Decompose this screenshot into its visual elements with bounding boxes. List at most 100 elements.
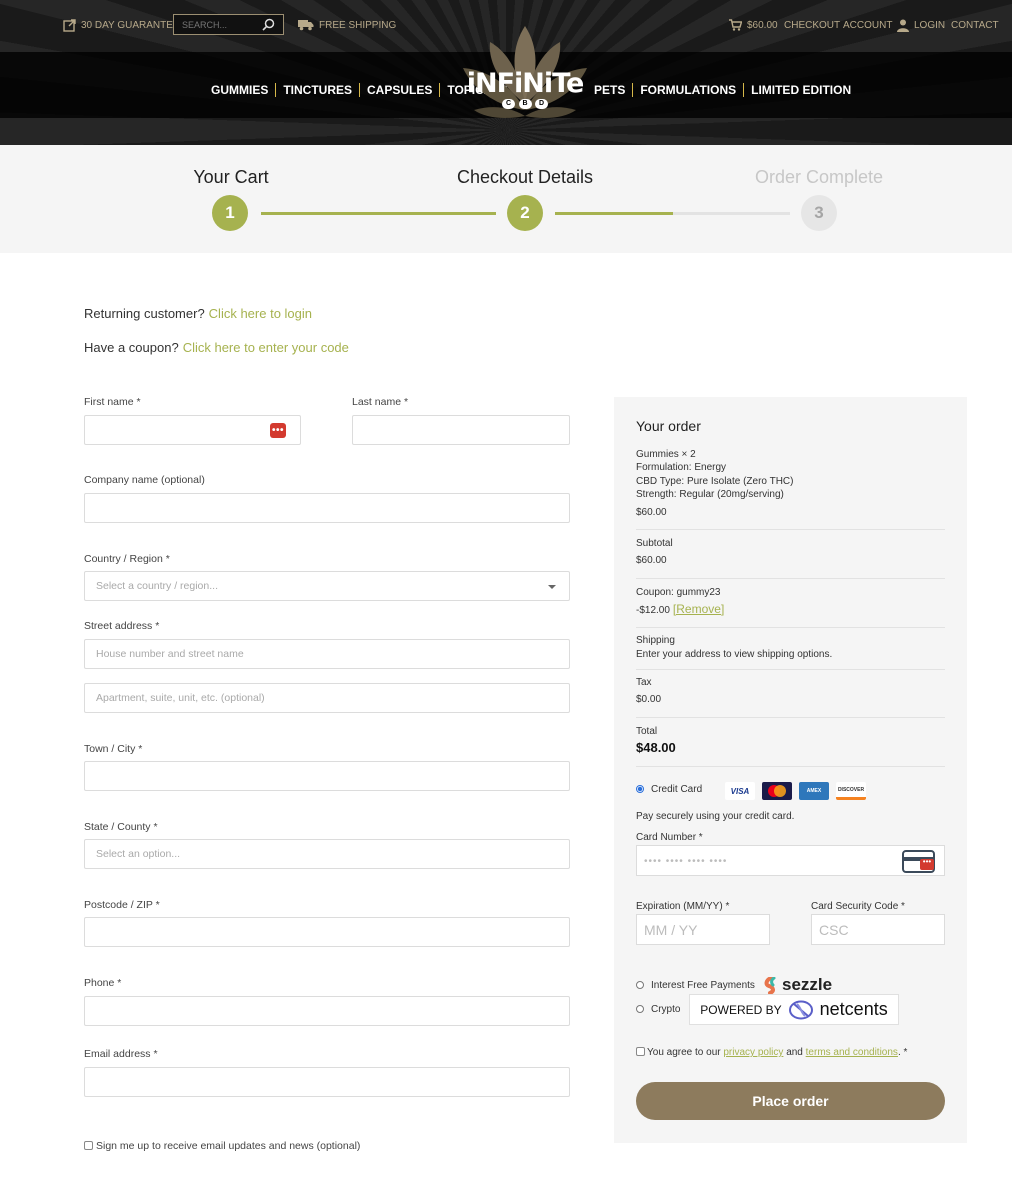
street2-field[interactable]: Apartment, suite, unit, etc. (optional) xyxy=(84,683,570,713)
step-circle-1[interactable]: 1 xyxy=(212,195,248,231)
card-number-field[interactable]: •••• •••• •••• •••• ••• xyxy=(636,845,945,876)
csc-field[interactable]: CSC xyxy=(811,914,945,945)
site-logo[interactable]: iNFiNiTe C B D xyxy=(460,24,590,126)
state-select[interactable]: Select an option... xyxy=(84,839,570,869)
nav-tinctures[interactable]: TINCTURES xyxy=(283,83,352,97)
shipping-label: Shipping xyxy=(636,635,675,646)
cart-link[interactable]: $60.00 xyxy=(729,18,778,32)
contact-link[interactable]: CONTACT xyxy=(951,18,999,32)
login-label: LOGIN xyxy=(914,19,946,31)
truck-icon xyxy=(298,20,314,31)
terms-suffix: . * xyxy=(897,1047,908,1058)
csc-label: Card Security Code * xyxy=(811,901,905,912)
guarantee-link[interactable]: 30 DAY GUARANTEE xyxy=(63,18,180,32)
netcents-wordmark: netcents xyxy=(819,999,888,1019)
zip-label: Postcode / ZIP * xyxy=(84,899,160,911)
chevron-down-icon xyxy=(548,585,556,589)
nav-formulations[interactable]: FORMULATIONS xyxy=(640,83,736,97)
logo-letter: C xyxy=(502,99,515,109)
phone-field[interactable] xyxy=(84,996,570,1026)
newsletter-checkbox[interactable] xyxy=(84,1141,93,1150)
terms-and: and xyxy=(786,1047,803,1058)
email-label: Email address * xyxy=(84,1048,158,1060)
nav-separator xyxy=(743,83,745,97)
expiry-field[interactable]: MM / YY xyxy=(636,914,770,945)
logo-letter: B xyxy=(518,99,532,109)
terms-prefix: You agree to our xyxy=(647,1047,721,1058)
first-name-label: First name * xyxy=(84,396,141,408)
expiry-placeholder: MM / YY xyxy=(644,922,698,938)
state-label: State / County * xyxy=(84,821,158,833)
payment-crypto-label[interactable]: Crypto xyxy=(651,1004,680,1015)
terms-label: You agree to our privacy policy and term… xyxy=(647,1047,907,1058)
visa-icon: VISA xyxy=(725,782,755,800)
total-value: $48.00 xyxy=(636,740,676,755)
coupon-label: Coupon: gummy23 xyxy=(636,587,721,598)
divider xyxy=(636,578,945,579)
nav-pets[interactable]: PETS xyxy=(594,83,625,97)
city-label: Town / City * xyxy=(84,743,143,755)
tax-label: Tax xyxy=(636,677,652,688)
zip-field[interactable] xyxy=(84,917,570,947)
payment-sezzle-label[interactable]: Interest Free Payments xyxy=(651,980,755,991)
remove-coupon-link[interactable]: [Remove] xyxy=(673,602,724,616)
state-placeholder: Select an option... xyxy=(96,848,181,860)
cart-icon xyxy=(729,19,742,31)
search-box[interactable] xyxy=(173,14,284,35)
city-field[interactable] xyxy=(84,761,570,791)
account-link[interactable]: ACCOUNT xyxy=(843,18,892,32)
nav-capsules[interactable]: CAPSULES xyxy=(367,83,432,97)
payment-credit-card-label[interactable]: Credit Card xyxy=(651,784,702,795)
discover-icon: DISCOVER xyxy=(836,782,866,800)
nav-separator xyxy=(359,83,361,97)
card-number-label: Card Number * xyxy=(636,832,703,843)
coupon-notice: Have a coupon? Click here to enter your c… xyxy=(84,340,349,355)
item-name: Gummies × 2 xyxy=(636,449,696,460)
last-name-field[interactable] xyxy=(352,415,570,445)
email-field[interactable] xyxy=(84,1067,570,1097)
coupon-toggle-link[interactable]: Click here to enter your code xyxy=(183,340,349,355)
nav-right: PETS FORMULATIONS LIMITED EDITION xyxy=(594,83,851,97)
returning-text: Returning customer? xyxy=(84,306,205,321)
site-header: 30 DAY GUARANTEE FREE SHIPPING $60.00 CH… xyxy=(0,0,1012,145)
street-label: Street address * xyxy=(84,620,160,632)
payment-crypto-radio[interactable] xyxy=(636,1005,644,1013)
place-order-button[interactable]: Place order xyxy=(636,1082,945,1120)
step-title-cart[interactable]: Your Cart xyxy=(131,167,331,188)
street-field[interactable]: House number and street name xyxy=(84,639,570,669)
login-toggle-link[interactable]: Click here to login xyxy=(209,306,312,321)
checkout-link[interactable]: CHECKOUT xyxy=(784,18,840,32)
logo-subtitle: C B D xyxy=(502,99,548,109)
autofill-icon[interactable]: ••• xyxy=(270,423,286,438)
company-field[interactable] xyxy=(84,493,570,523)
divider xyxy=(636,766,945,767)
search-icon[interactable] xyxy=(262,18,275,31)
terms-checkbox[interactable] xyxy=(636,1047,645,1056)
csc-placeholder: CSC xyxy=(819,922,849,938)
item-price: $60.00 xyxy=(636,507,667,518)
logo-wordmark: iNFiNiTe xyxy=(466,68,585,99)
search-input[interactable] xyxy=(174,19,262,30)
guarantee-label: 30 DAY GUARANTEE xyxy=(81,19,180,31)
netcents-icon xyxy=(788,1000,813,1019)
coupon-text: Have a coupon? xyxy=(84,340,179,355)
terms-link[interactable]: terms and conditions xyxy=(806,1047,898,1058)
pay-description: Pay securely using your credit card. xyxy=(636,811,795,822)
login-link[interactable]: LOGIN xyxy=(897,18,945,32)
sezzle-wordmark: sezzle xyxy=(782,975,833,994)
netcents-logo: POWERED BY netcents xyxy=(689,994,899,1025)
step-title-complete: Order Complete xyxy=(754,167,884,187)
payment-credit-card-radio[interactable] xyxy=(636,785,644,793)
divider xyxy=(636,529,945,530)
nav-gummies[interactable]: GUMMIES xyxy=(211,83,268,97)
free-shipping-link[interactable]: FREE SHIPPING xyxy=(298,18,396,32)
first-name-field[interactable]: ••• xyxy=(84,415,301,445)
mastercard-icon xyxy=(762,782,792,800)
privacy-policy-link[interactable]: privacy policy xyxy=(723,1047,783,1058)
nav-limited-edition[interactable]: LIMITED EDITION xyxy=(751,83,851,97)
item-formulation: Formulation: Energy xyxy=(636,462,727,473)
country-select[interactable]: Select a country / region... xyxy=(84,571,570,601)
payment-sezzle-radio[interactable] xyxy=(636,981,644,989)
phone-label: Phone * xyxy=(84,977,122,989)
item-strength: Strength: Regular (20mg/serving) xyxy=(636,489,784,500)
